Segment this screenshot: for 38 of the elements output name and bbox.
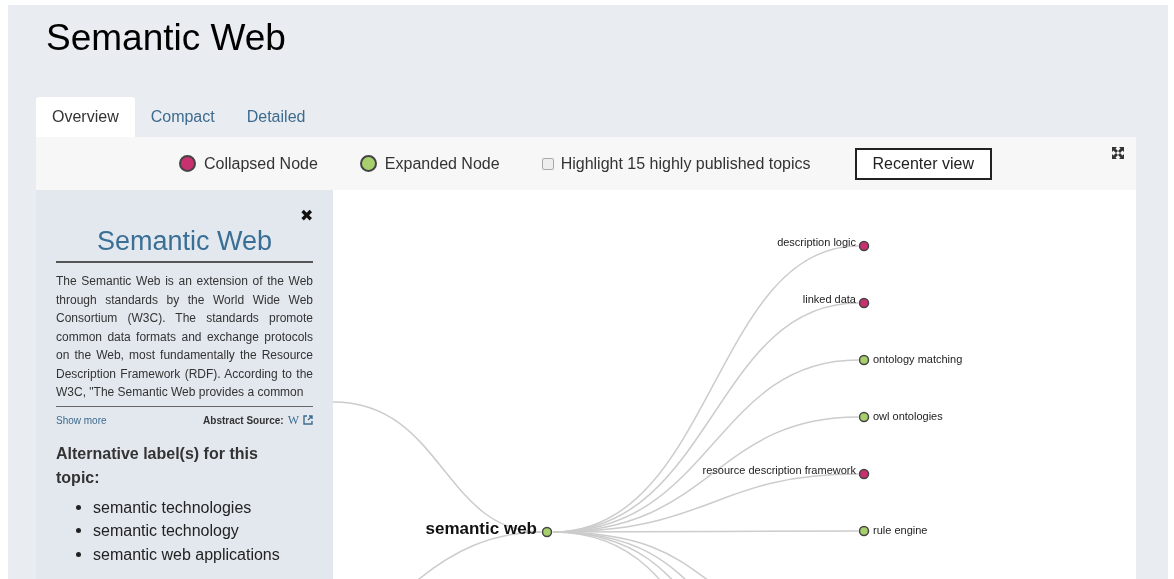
source-label: Abstract Source:: [203, 414, 284, 426]
node-label: rule engine: [873, 524, 928, 536]
graph-node[interactable]: [858, 411, 870, 423]
node-label: owl ontologies: [873, 410, 943, 422]
graph-node[interactable]: [858, 297, 870, 309]
tab[interactable]: Overview: [36, 97, 135, 137]
legend-label: Collapsed Node: [204, 154, 318, 173]
graph-node[interactable]: [858, 525, 870, 537]
abstract-text: The Semantic Web is an extension of the Web through standards by the World Wide Web Consortium (W3C). The standards promote common data formats and exchange protocols on the Web, most fundamentally the Resource Description Framework (RDF). According to the W3C, "The Semantic Web provides a common: [56, 272, 313, 407]
checkbox-label: Highlight 15 highly published topics: [560, 154, 811, 173]
bullet-icon: [76, 528, 81, 534]
topic-title: Semantic Web: [56, 226, 313, 263]
page-title: Semantic Web: [45, 16, 287, 60]
alt-label: semantic technology: [93, 521, 239, 541]
alt-label: semantic web applications: [93, 544, 280, 565]
show-more-link[interactable]: Show more: [56, 414, 107, 426]
fullscreen-icon[interactable]: [1112, 147, 1124, 159]
wikipedia-link[interactable]: W: [287, 412, 299, 428]
root-node[interactable]: [541, 526, 553, 538]
legend-label: Expanded Node: [384, 154, 500, 173]
close-button[interactable]: ✖: [300, 206, 313, 225]
bullet-icon: [76, 504, 81, 510]
root-node-label: semantic web: [425, 519, 537, 538]
graph-node[interactable]: [858, 240, 870, 252]
tab[interactable]: Detailed: [230, 97, 322, 137]
graph-node[interactable]: [858, 354, 870, 366]
graph-node[interactable]: [858, 468, 870, 480]
node-label: resource description framework: [702, 464, 856, 476]
node-label: linked data: [802, 293, 856, 305]
checkbox[interactable]: [541, 157, 554, 170]
alt-labels-heading: Alternative label(s) for this topic:: [56, 443, 259, 488]
external-link-icon[interactable]: [303, 415, 313, 425]
alt-label: semantic technologies: [93, 497, 252, 518]
tab[interactable]: Compact: [134, 97, 231, 137]
bullet-icon: [76, 551, 81, 557]
node-label: description logic: [777, 236, 856, 248]
node-label: ontology matching: [873, 353, 963, 365]
recenter-button[interactable]: Recenter view: [854, 147, 992, 180]
